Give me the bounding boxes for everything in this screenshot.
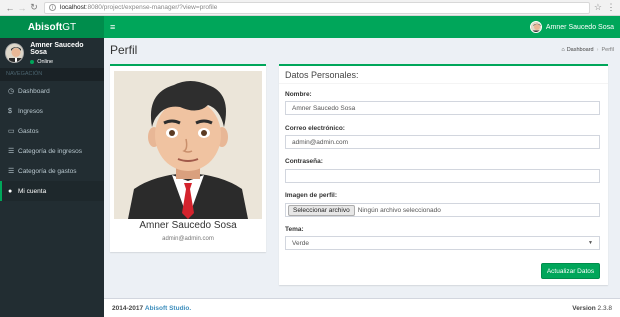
email-field[interactable]: admin@admin.com — [285, 135, 600, 149]
choose-file-button[interactable]: Seleccionar archivo — [288, 204, 355, 216]
online-status: Online — [30, 59, 99, 65]
name-label: Nombre: — [285, 91, 312, 98]
sidebar: Amner Saucedo Sosa Online NAVEGACIÓN ◷ Da… — [0, 38, 104, 317]
version-value: 2.3.8 — [597, 304, 612, 312]
sidebar-item-label: Ingresos — [18, 107, 43, 115]
form-title: Datos Personales: — [279, 66, 608, 84]
reload-icon[interactable]: ↻ — [28, 2, 40, 14]
profile-email: admin@admin.com — [162, 236, 214, 242]
breadcrumb-dashboard[interactable]: Dashboard — [567, 47, 594, 53]
navbar-user-name: Amner Saucedo Sosa — [545, 23, 614, 31]
sidebar-item-categor-a-de-ingresos[interactable]: ☰ Categoría de ingresos — [0, 141, 104, 161]
theme-select[interactable]: Verde ▼ — [285, 236, 600, 250]
sidebar-item-ingresos[interactable]: $ Ingresos — [0, 101, 104, 121]
sidebar-toggle-icon[interactable]: ≡ — [110, 22, 120, 32]
version-label: Version — [572, 304, 596, 312]
name-field[interactable]: Amner Saucedo Sosa — [285, 101, 600, 115]
copyright-years: 2014-2017 — [112, 304, 144, 312]
email-value: admin@admin.com — [292, 138, 349, 146]
sidebar-item-label: Categoría de gastos — [18, 167, 77, 175]
browser-menu-icon[interactable]: ⋮ — [606, 2, 616, 13]
sidebar-item-label: Mi cuenta — [18, 187, 47, 195]
user-icon: ● — [8, 187, 13, 195]
image-label: Imagen de perfil: — [285, 192, 338, 199]
url-host: localhost — [60, 4, 86, 11]
version-info: Version 2.3.8 — [572, 305, 612, 312]
chevron-down-icon: ▼ — [588, 240, 593, 246]
url-path: :8080/project/expense-manager/?view=prof… — [85, 4, 218, 11]
back-icon[interactable]: ← — [4, 2, 16, 14]
sidebar-item-label: Dashboard — [18, 87, 50, 95]
list-icon: ☰ — [8, 148, 15, 155]
bookmark-star-icon[interactable]: ☆ — [594, 2, 602, 13]
sidebar-item-gastos[interactable]: ▭ Gastos — [0, 121, 104, 141]
card-icon: ▭ — [8, 128, 15, 135]
forward-icon[interactable]: → — [16, 2, 28, 14]
browser-toolbar: ← → ↻ i localhost:8080/project/expense-m… — [0, 0, 620, 16]
logo-light: GT — [62, 21, 77, 33]
avatar — [529, 21, 542, 33]
name-value: Amner Saucedo Sosa — [292, 104, 356, 112]
avatar — [5, 43, 25, 63]
profile-name: Amner Saucedo Sosa — [139, 220, 237, 231]
breadcrumb: ⌂ Dashboard › Perfil — [561, 47, 614, 53]
list-icon: ☰ — [8, 168, 15, 175]
sidebar-item-categor-a-de-gastos[interactable]: ☰ Categoría de gastos — [0, 161, 104, 181]
sidebar-item-dashboard[interactable]: ◷ Dashboard — [0, 81, 104, 101]
password-field[interactable] — [285, 169, 600, 183]
no-file-text: Ningún archivo seleccionado — [357, 206, 441, 214]
update-data-button[interactable]: Actualizar Datos — [541, 263, 600, 279]
address-bar[interactable]: i localhost:8080/project/expense-manager… — [44, 1, 590, 14]
breadcrumb-separator: › — [596, 47, 599, 53]
top-navbar: ≡ Amner Saucedo Sosa — [104, 16, 620, 38]
dashboard-icon: ◷ — [8, 88, 15, 95]
email-label: Correo electrónico: — [285, 125, 345, 132]
page-title: Perfil — [110, 43, 138, 57]
personal-data-form: Datos Personales: Nombre: Amner Saucedo … — [279, 64, 608, 285]
app-logo[interactable]: Abisoft GT — [0, 16, 104, 38]
content-header: Perfil ⌂ Dashboard › Perfil — [104, 38, 620, 62]
profile-picture — [114, 71, 262, 219]
password-label: Contraseña: — [285, 158, 323, 165]
footer: 2014-2017 Abisoft Studio. Version 2.3.8 — [104, 298, 620, 317]
user-panel: Amner Saucedo Sosa Online — [0, 38, 104, 68]
sidebar-item-label: Gastos — [18, 127, 39, 135]
footer-brand-link[interactable]: Abisoft Studio. — [145, 305, 191, 312]
profile-card: Amner Saucedo Sosa admin@admin.com — [110, 64, 266, 252]
user-menu[interactable]: Amner Saucedo Sosa — [529, 21, 614, 33]
status-text: Online — [37, 58, 54, 65]
home-icon: ⌂ — [561, 47, 565, 53]
profile-image-input[interactable]: Seleccionar archivo Ningún archivo selec… — [285, 203, 600, 217]
info-icon[interactable]: i — [49, 4, 56, 11]
dollar-icon: $ — [8, 107, 12, 115]
nav-section-header: NAVEGACIÓN — [0, 68, 104, 81]
logo-bold: Abisoft — [27, 21, 63, 33]
theme-label: Tema: — [285, 226, 304, 233]
sidebar-item-label: Categoría de ingresos — [18, 147, 82, 155]
online-dot-icon — [30, 59, 35, 64]
breadcrumb-current: Perfil — [601, 47, 614, 53]
sidebar-user-name: Amner Saucedo Sosa — [30, 41, 84, 56]
theme-value: Verde — [292, 239, 309, 247]
sidebar-item-mi-cuenta[interactable]: ● Mi cuenta — [0, 181, 104, 201]
